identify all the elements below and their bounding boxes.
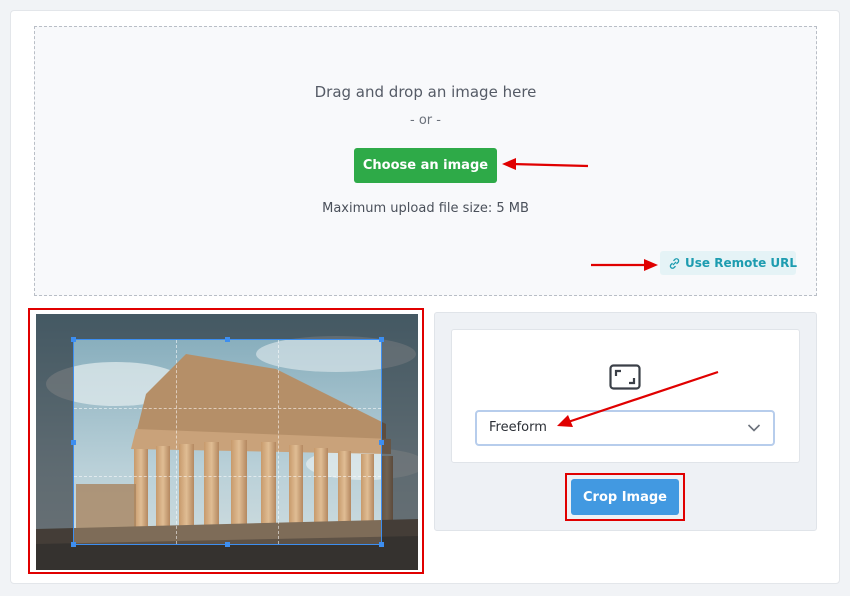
link-icon — [669, 258, 680, 269]
aspect-ratio-value: Freeform — [489, 420, 547, 435]
crop-handle-ne[interactable] — [379, 337, 384, 342]
remote-url-label: Use Remote URL — [685, 256, 798, 270]
crop-image-button[interactable]: Crop Image — [571, 479, 679, 515]
chevron-down-icon — [747, 424, 761, 432]
crop-handle-nw[interactable] — [71, 337, 76, 342]
dropzone-or-text: - or - — [410, 113, 441, 128]
use-remote-url-button[interactable]: Use Remote URL — [660, 251, 798, 275]
dropzone-title: Drag and drop an image here — [314, 83, 537, 101]
image-cropper-frame — [28, 308, 424, 574]
crop-handle-se[interactable] — [379, 542, 384, 547]
max-upload-size-text: Maximum upload file size: 5 MB — [322, 201, 529, 216]
crop-handle-n[interactable] — [225, 337, 230, 342]
crop-handle-e[interactable] — [379, 440, 384, 445]
image-preview — [36, 314, 418, 570]
aspect-ratio-icon — [609, 364, 641, 394]
crop-handle-sw[interactable] — [71, 542, 76, 547]
crop-handle-w[interactable] — [71, 440, 76, 445]
aspect-ratio-select[interactable]: Freeform — [475, 410, 775, 446]
crop-selection-box[interactable] — [71, 337, 384, 547]
image-dropzone[interactable]: Drag and drop an image here - or - Choos… — [34, 26, 817, 296]
crop-handle-s[interactable] — [225, 542, 230, 547]
choose-image-button[interactable]: Choose an image — [354, 148, 497, 183]
